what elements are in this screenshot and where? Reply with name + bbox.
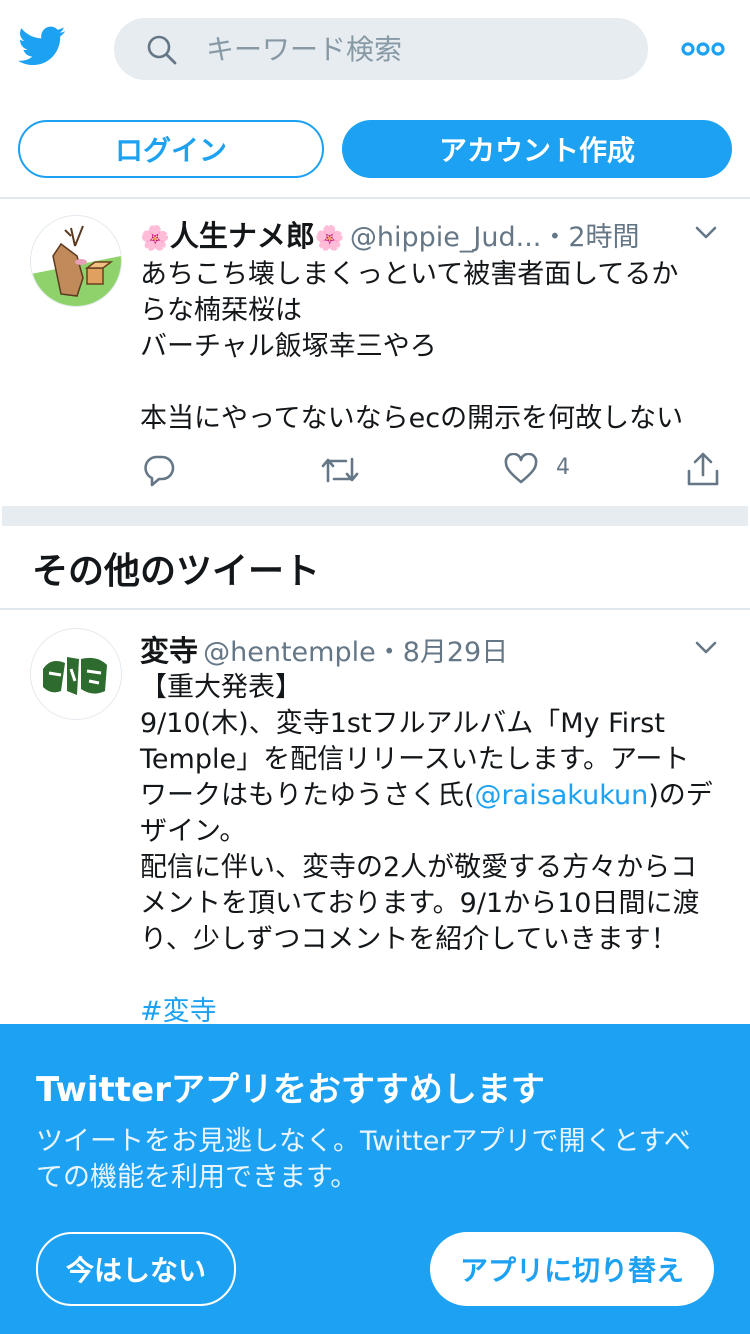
not-now-button[interactable]: 今はしない: [36, 1232, 236, 1306]
chevron-down-icon[interactable]: [694, 640, 718, 656]
avatar[interactable]: [30, 215, 122, 307]
section-divider: [2, 506, 748, 526]
reply-icon[interactable]: [142, 453, 176, 487]
tweet-text: あちこち壊しまくっといて被害者面してるか らな楠栞桜は バーチャル飯塚幸三やろ …: [140, 259, 684, 434]
search-bar[interactable]: [114, 18, 648, 80]
tweet[interactable]: 🌸人生ナメ郎🌸 @hippie_Jud...・2時間 あちこち壊しまくっといて被…: [0, 199, 750, 505]
user-name[interactable]: 人生ナメ郎: [170, 219, 315, 253]
tweet-text: 【重大発表】 9/10(木)、変寺1stフルアルバム「My First Temp…: [140, 670, 730, 1024]
deer-avatar-image: [31, 216, 121, 306]
banner-text: ツイートをお見逃しなく。Twitterアプリで開くとすべての機能を利用できます。: [36, 1126, 691, 1193]
search-input[interactable]: [206, 18, 626, 80]
cherry-blossom-emoji: 🌸: [140, 224, 170, 252]
like-count: 4: [556, 455, 570, 480]
like-heart-icon[interactable]: [504, 453, 538, 485]
top-header: ログイン アカウント作成: [0, 0, 750, 199]
cherry-blossom-emoji: 🌸: [314, 224, 345, 252]
signup-button[interactable]: アカウント作成: [342, 120, 732, 178]
hashtag-link[interactable]: #変寺: [140, 996, 217, 1024]
hentemple-logo-avatar: [31, 629, 121, 719]
user-name[interactable]: 変寺: [140, 634, 198, 668]
section-title: その他のツイート: [32, 551, 321, 592]
app-promo-banner: Twitterアプリをおすすめします ツイートをお見逃しなく。Twitterアプ…: [0, 1024, 750, 1334]
mention-link[interactable]: @raisakukun: [475, 780, 649, 811]
tweet-time[interactable]: 2時間: [568, 222, 639, 253]
tweet-header: 🌸人生ナメ郎🌸 @hippie_Jud...・2時間: [140, 213, 640, 255]
divider-line: [0, 608, 750, 610]
user-handle[interactable]: @hippie_Jud...: [350, 222, 541, 253]
banner-title: Twitterアプリをおすすめします: [36, 1070, 545, 1110]
tweet-time[interactable]: 8月29日: [403, 637, 509, 668]
user-handle[interactable]: @hentemple: [203, 637, 376, 668]
search-icon: [147, 35, 177, 65]
retweet-icon[interactable]: [320, 453, 360, 487]
separator-dot: ・: [375, 637, 403, 668]
avatar[interactable]: [30, 628, 122, 720]
more-dots-icon[interactable]: [680, 36, 726, 62]
tweet-header: 変寺 @hentemple・8月29日: [140, 628, 508, 670]
share-icon[interactable]: [686, 451, 720, 487]
login-button[interactable]: ログイン: [18, 120, 324, 178]
tweet[interactable]: 変寺 @hentemple・8月29日 【重大発表】 9/10(木)、変寺1st…: [0, 612, 750, 1024]
separator-dot: ・: [541, 222, 569, 253]
chevron-down-icon[interactable]: [694, 225, 718, 241]
twitter-bird-icon[interactable]: [18, 26, 66, 70]
switch-to-app-button[interactable]: アプリに切り替え: [430, 1232, 714, 1306]
